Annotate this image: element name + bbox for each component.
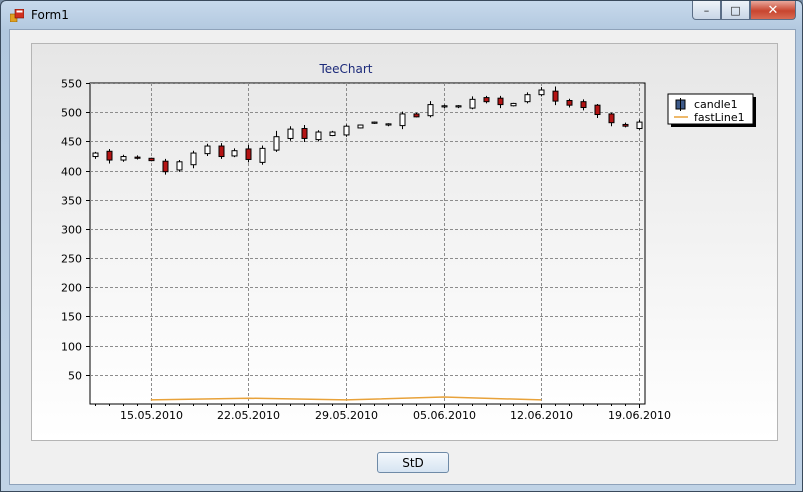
y-tick-label: 250 xyxy=(61,253,82,266)
std-button[interactable]: StD xyxy=(377,452,449,473)
y-tick-label: 200 xyxy=(61,282,82,295)
y-tick-label: 450 xyxy=(61,136,82,149)
candle-body xyxy=(357,124,364,129)
y-tick-label: 500 xyxy=(61,107,82,120)
main-window: Form1 – □ ✕ TeeChart 50 100 150 200 250 … xyxy=(0,0,803,492)
candle-body xyxy=(594,104,601,116)
candle-body xyxy=(538,89,545,96)
x-tick-label: 29.05.2010 xyxy=(315,409,378,422)
candle-body xyxy=(148,157,155,162)
candle-body xyxy=(427,104,434,117)
window-controls: – □ ✕ xyxy=(692,1,796,21)
candle-body xyxy=(301,128,308,139)
chart-title: TeeChart xyxy=(318,62,372,76)
candle-body xyxy=(385,123,392,126)
candle-body xyxy=(413,113,420,118)
y-tick-label: 100 xyxy=(61,341,82,354)
candle-body xyxy=(622,123,629,127)
candle xyxy=(413,112,420,118)
candle-body xyxy=(455,105,462,108)
candle xyxy=(343,124,350,137)
form-client-area: TeeChart 50 100 150 200 250 300 350 400 450 500 55… xyxy=(9,29,796,485)
candle-body xyxy=(162,160,169,173)
legend-item-fastline1: fastLine1 xyxy=(694,111,745,124)
window-title: Form1 xyxy=(31,8,69,22)
candle-body xyxy=(92,152,99,158)
x-tick-label: 12.06.2010 xyxy=(510,409,573,422)
candle-body xyxy=(441,105,448,108)
candle xyxy=(148,157,155,162)
chart-legend: candle1 fastLine1 xyxy=(667,93,756,127)
candle-body xyxy=(315,131,322,141)
candle-body xyxy=(120,156,127,161)
candle-body xyxy=(273,136,280,151)
candle-body xyxy=(524,94,531,103)
candle-body xyxy=(231,150,238,157)
candle-body xyxy=(287,128,294,139)
candle xyxy=(371,121,378,124)
x-tick-label: 15.05.2010 xyxy=(120,409,183,422)
candle-body xyxy=(483,97,490,103)
candle-body xyxy=(636,121,643,130)
tee-chart[interactable]: TeeChart 50 100 150 200 250 300 350 400 450 500 55… xyxy=(31,43,778,441)
candle-body xyxy=(371,121,378,124)
y-tick-label: 400 xyxy=(61,166,82,179)
close-icon: ✕ xyxy=(767,2,779,18)
candle-body xyxy=(329,131,336,137)
candle xyxy=(329,130,336,137)
candle-body xyxy=(204,145,211,155)
chart-svg: TeeChart 50 100 150 200 250 300 350 400 450 500 55… xyxy=(61,62,756,422)
candle-body xyxy=(259,147,266,163)
candle-body xyxy=(552,90,559,102)
candle-body xyxy=(608,113,615,124)
candle xyxy=(510,102,517,107)
minimize-icon: – xyxy=(703,3,710,17)
x-tick-label: 22.05.2010 xyxy=(217,409,280,422)
plot-area xyxy=(89,82,646,405)
maximize-button[interactable]: □ xyxy=(721,1,750,20)
y-tick-label: 550 xyxy=(61,78,82,91)
title-bar[interactable]: Form1 – □ ✕ xyxy=(1,1,802,29)
candle-body xyxy=(190,152,197,166)
candle-body xyxy=(106,150,113,161)
y-tick-label: 50 xyxy=(68,370,82,383)
x-tick-label: 19.06.2010 xyxy=(608,409,671,422)
candle-body xyxy=(580,101,587,109)
candle-body xyxy=(399,113,406,127)
y-tick-label: 350 xyxy=(61,195,82,208)
candle-body xyxy=(510,102,517,107)
close-button[interactable]: ✕ xyxy=(750,1,796,20)
candle xyxy=(315,130,322,142)
minimize-button[interactable]: – xyxy=(692,1,721,20)
x-tick-label: 05.06.2010 xyxy=(413,409,476,422)
candle-body xyxy=(176,161,183,171)
candle xyxy=(204,143,211,156)
candle-body xyxy=(218,145,225,158)
candle-body xyxy=(566,100,573,106)
candle-body xyxy=(245,148,252,160)
candle xyxy=(176,160,183,172)
candle-body xyxy=(134,156,141,159)
candle-body xyxy=(469,98,476,109)
y-tick-label: 150 xyxy=(61,311,82,324)
candle-body xyxy=(343,125,350,136)
legend-item-candle1: candle1 xyxy=(694,98,738,111)
app-icon xyxy=(10,9,24,22)
y-tick-label: 300 xyxy=(61,224,82,237)
candle xyxy=(259,145,266,165)
maximize-icon: □ xyxy=(730,3,741,17)
candle-body xyxy=(497,97,504,106)
candle xyxy=(357,124,364,129)
